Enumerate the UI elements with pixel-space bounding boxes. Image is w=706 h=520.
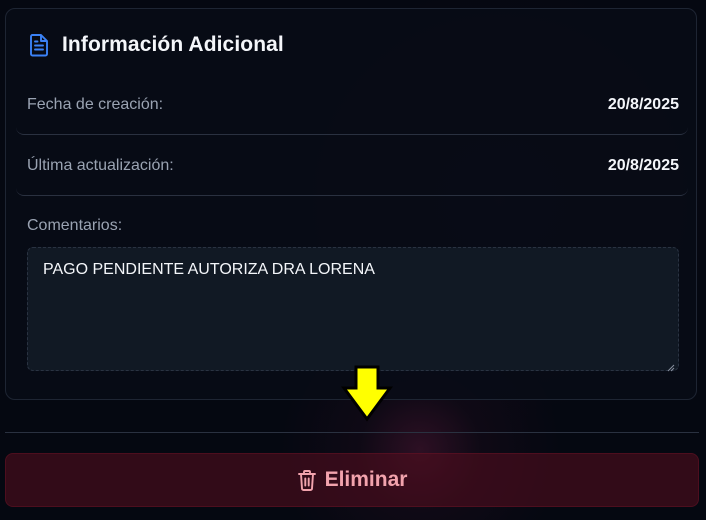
card-header: Información Adicional — [28, 33, 284, 57]
created-date-label: Fecha de creación: — [27, 95, 164, 113]
page: Información Adicional Fecha de creación:… — [0, 0, 706, 520]
divider — [5, 432, 699, 433]
down-arrow-icon — [341, 364, 393, 422]
document-icon — [28, 33, 50, 57]
updated-date-label: Última actualización: — [27, 156, 174, 174]
resize-handle-icon[interactable] — [667, 359, 675, 372]
delete-button-label: Eliminar — [324, 468, 408, 491]
created-date-value: 20/8/2025 — [607, 95, 679, 113]
comments-textarea[interactable]: PAGO PENDIENTE AUTORIZA DRA LORENA — [27, 247, 679, 372]
comments-text: PAGO PENDIENTE AUTORIZA DRA LORENA — [43, 261, 375, 278]
updated-date-row: Última actualización: 20/8/2025 — [16, 136, 688, 196]
created-date-row: Fecha de creación: 20/8/2025 — [16, 75, 688, 135]
trash-icon — [297, 469, 317, 491]
card-title: Información Adicional — [62, 33, 284, 56]
updated-date-value: 20/8/2025 — [607, 156, 679, 174]
comments-label: Comentarios: — [27, 217, 123, 234]
delete-button[interactable]: Eliminar — [5, 453, 699, 507]
additional-info-card: Información Adicional Fecha de creación:… — [5, 8, 697, 400]
